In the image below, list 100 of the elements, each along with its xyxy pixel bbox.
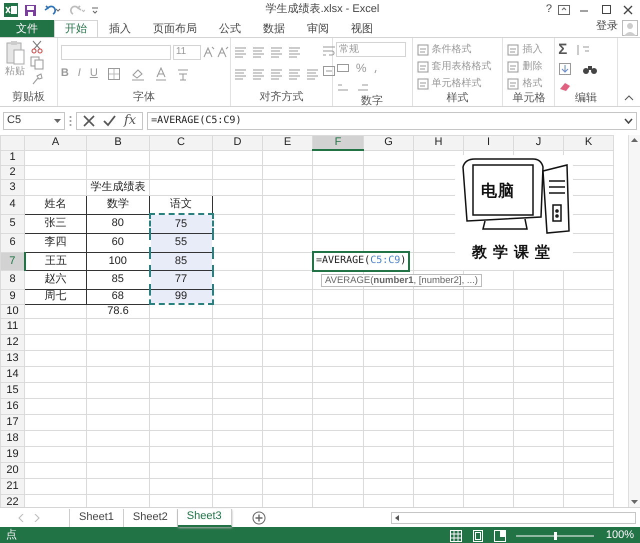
- font-name-field[interactable]: [60, 44, 171, 60]
- excel-icon[interactable]: [4, 3, 18, 17]
- eraser-icon[interactable]: [558, 80, 572, 92]
- ribbon-tab[interactable]: 插入: [98, 20, 142, 37]
- dropdown-icon[interactable]: [54, 118, 61, 124]
- previous-sheet-icon[interactable]: [18, 514, 24, 522]
- borders-icon[interactable]: [106, 67, 121, 81]
- shrink-font-icon[interactable]: [216, 46, 229, 58]
- name-box[interactable]: C5: [3, 112, 65, 130]
- ribbon-tab[interactable]: 视图: [340, 20, 384, 37]
- autosum-button[interactable]: Σ: [558, 41, 568, 59]
- table-cell[interactable]: 55: [150, 233, 212, 252]
- row-header[interactable]: 5: [0, 214, 24, 234]
- page-layout-icon[interactable]: [472, 530, 484, 542]
- binoculars-icon[interactable]: [582, 63, 598, 75]
- row-header[interactable]: 3: [0, 179, 24, 196]
- row-header[interactable]: 20: [0, 462, 24, 479]
- align-icon[interactable]: [234, 68, 247, 80]
- column-header[interactable]: A: [24, 136, 86, 150]
- brush-icon[interactable]: [30, 72, 44, 86]
- insert-function-button[interactable]: fx: [124, 113, 136, 129]
- cancel-icon[interactable]: [83, 115, 95, 127]
- column-header[interactable]: B: [86, 136, 150, 150]
- row-header[interactable]: 15: [0, 382, 24, 399]
- row-header[interactable]: 19: [0, 446, 24, 463]
- align-icon[interactable]: [306, 68, 319, 80]
- table-style-icon[interactable]: [416, 43, 430, 57]
- row-header[interactable]: 2: [0, 165, 24, 180]
- fill-down-icon[interactable]: [558, 62, 572, 76]
- align-icon[interactable]: [270, 68, 283, 80]
- zoom-level[interactable]: 100%: [606, 529, 634, 543]
- next-sheet-icon[interactable]: [34, 514, 40, 522]
- customize-icon[interactable]: [91, 5, 99, 15]
- undo-icon[interactable]: [43, 4, 61, 16]
- row-header[interactable]: 9: [0, 289, 24, 304]
- table-cell[interactable]: 王五: [24, 252, 86, 270]
- row-header[interactable]: 12: [0, 334, 24, 351]
- add-sheet-icon[interactable]: [252, 510, 266, 524]
- cell-grid-icon[interactable]: [506, 77, 520, 91]
- merge-cells-icon[interactable]: [322, 64, 336, 78]
- ribbon-tab[interactable]: 数据: [252, 20, 296, 37]
- row-header[interactable]: 14: [0, 366, 24, 383]
- help-button[interactable]: ?: [546, 3, 552, 17]
- table-cell[interactable]: 99: [150, 289, 212, 304]
- ribbon-tab[interactable]: 开始: [54, 20, 98, 37]
- row-header[interactable]: 13: [0, 350, 24, 367]
- redo-icon[interactable]: [67, 4, 85, 16]
- table-cell[interactable]: 77: [150, 270, 212, 290]
- collapse-ribbon-icon[interactable]: [624, 94, 634, 102]
- zoom-slider-icon[interactable]: [516, 531, 596, 541]
- cell-grid-icon[interactable]: [506, 43, 520, 57]
- table-cell[interactable]: 赵六: [24, 270, 86, 290]
- align-icon[interactable]: [252, 68, 265, 80]
- row-header[interactable]: 1: [0, 150, 24, 166]
- scissors-icon[interactable]: [30, 40, 44, 54]
- row-header[interactable]: 22: [0, 494, 24, 507]
- row-header[interactable]: 7: [0, 252, 24, 270]
- cell-grid-icon[interactable]: [506, 60, 520, 74]
- column-header[interactable]: K: [564, 136, 614, 150]
- sign-in-link[interactable]: 登录: [596, 20, 618, 37]
- table-cell[interactable]: 周七: [24, 289, 86, 304]
- row-header[interactable]: 11: [0, 318, 24, 335]
- column-header[interactable]: H: [414, 136, 464, 150]
- table-style-icon[interactable]: [416, 60, 430, 74]
- row-header[interactable]: 10: [0, 304, 24, 319]
- row-header[interactable]: 8: [0, 270, 24, 290]
- formula-editor[interactable]: =AVERAGE(C5:C9): [312, 250, 410, 272]
- ribbon-tab[interactable]: 公式: [208, 20, 252, 37]
- column-header[interactable]: C: [150, 136, 212, 150]
- avatar-icon[interactable]: [622, 20, 638, 36]
- column-header[interactable]: F: [312, 136, 364, 150]
- align-icon[interactable]: [288, 46, 301, 58]
- ribbon-tab[interactable]: 页面布局: [142, 20, 208, 37]
- row-header[interactable]: 16: [0, 398, 24, 415]
- align-icon[interactable]: [234, 46, 247, 58]
- column-header[interactable]: D: [212, 136, 262, 150]
- align-icon[interactable]: [270, 46, 283, 58]
- page-break-icon[interactable]: [494, 530, 506, 542]
- check-icon[interactable]: [103, 115, 116, 127]
- table-cell[interactable]: 李四: [24, 233, 86, 252]
- row-header[interactable]: 18: [0, 430, 24, 447]
- formula-field[interactable]: =AVERAGE(C5:C9): [147, 112, 637, 130]
- row-header[interactable]: 21: [0, 478, 24, 495]
- ribbon-tab[interactable]: 审阅: [296, 20, 340, 37]
- table-cell[interactable]: 姓名: [24, 195, 86, 214]
- sheet-tab[interactable]: Sheet3: [178, 508, 232, 526]
- align-icon[interactable]: [252, 46, 265, 58]
- copy-icon[interactable]: [30, 56, 44, 70]
- row-header[interactable]: 17: [0, 414, 24, 431]
- ribbon-display-icon[interactable]: [558, 5, 570, 15]
- table-cell[interactable]: 张三: [24, 214, 86, 234]
- wrap-text-icon[interactable]: [322, 44, 336, 58]
- column-header[interactable]: E: [262, 136, 312, 150]
- phonetic-icon[interactable]: [176, 67, 190, 81]
- expand-icon[interactable]: [624, 118, 633, 124]
- horizontal-scrollbar[interactable]: [391, 512, 636, 524]
- table-cell[interactable]: 78.6: [86, 304, 150, 319]
- row-header[interactable]: 4: [0, 195, 24, 214]
- table-style-icon[interactable]: [416, 77, 430, 91]
- column-header[interactable]: I: [464, 136, 514, 150]
